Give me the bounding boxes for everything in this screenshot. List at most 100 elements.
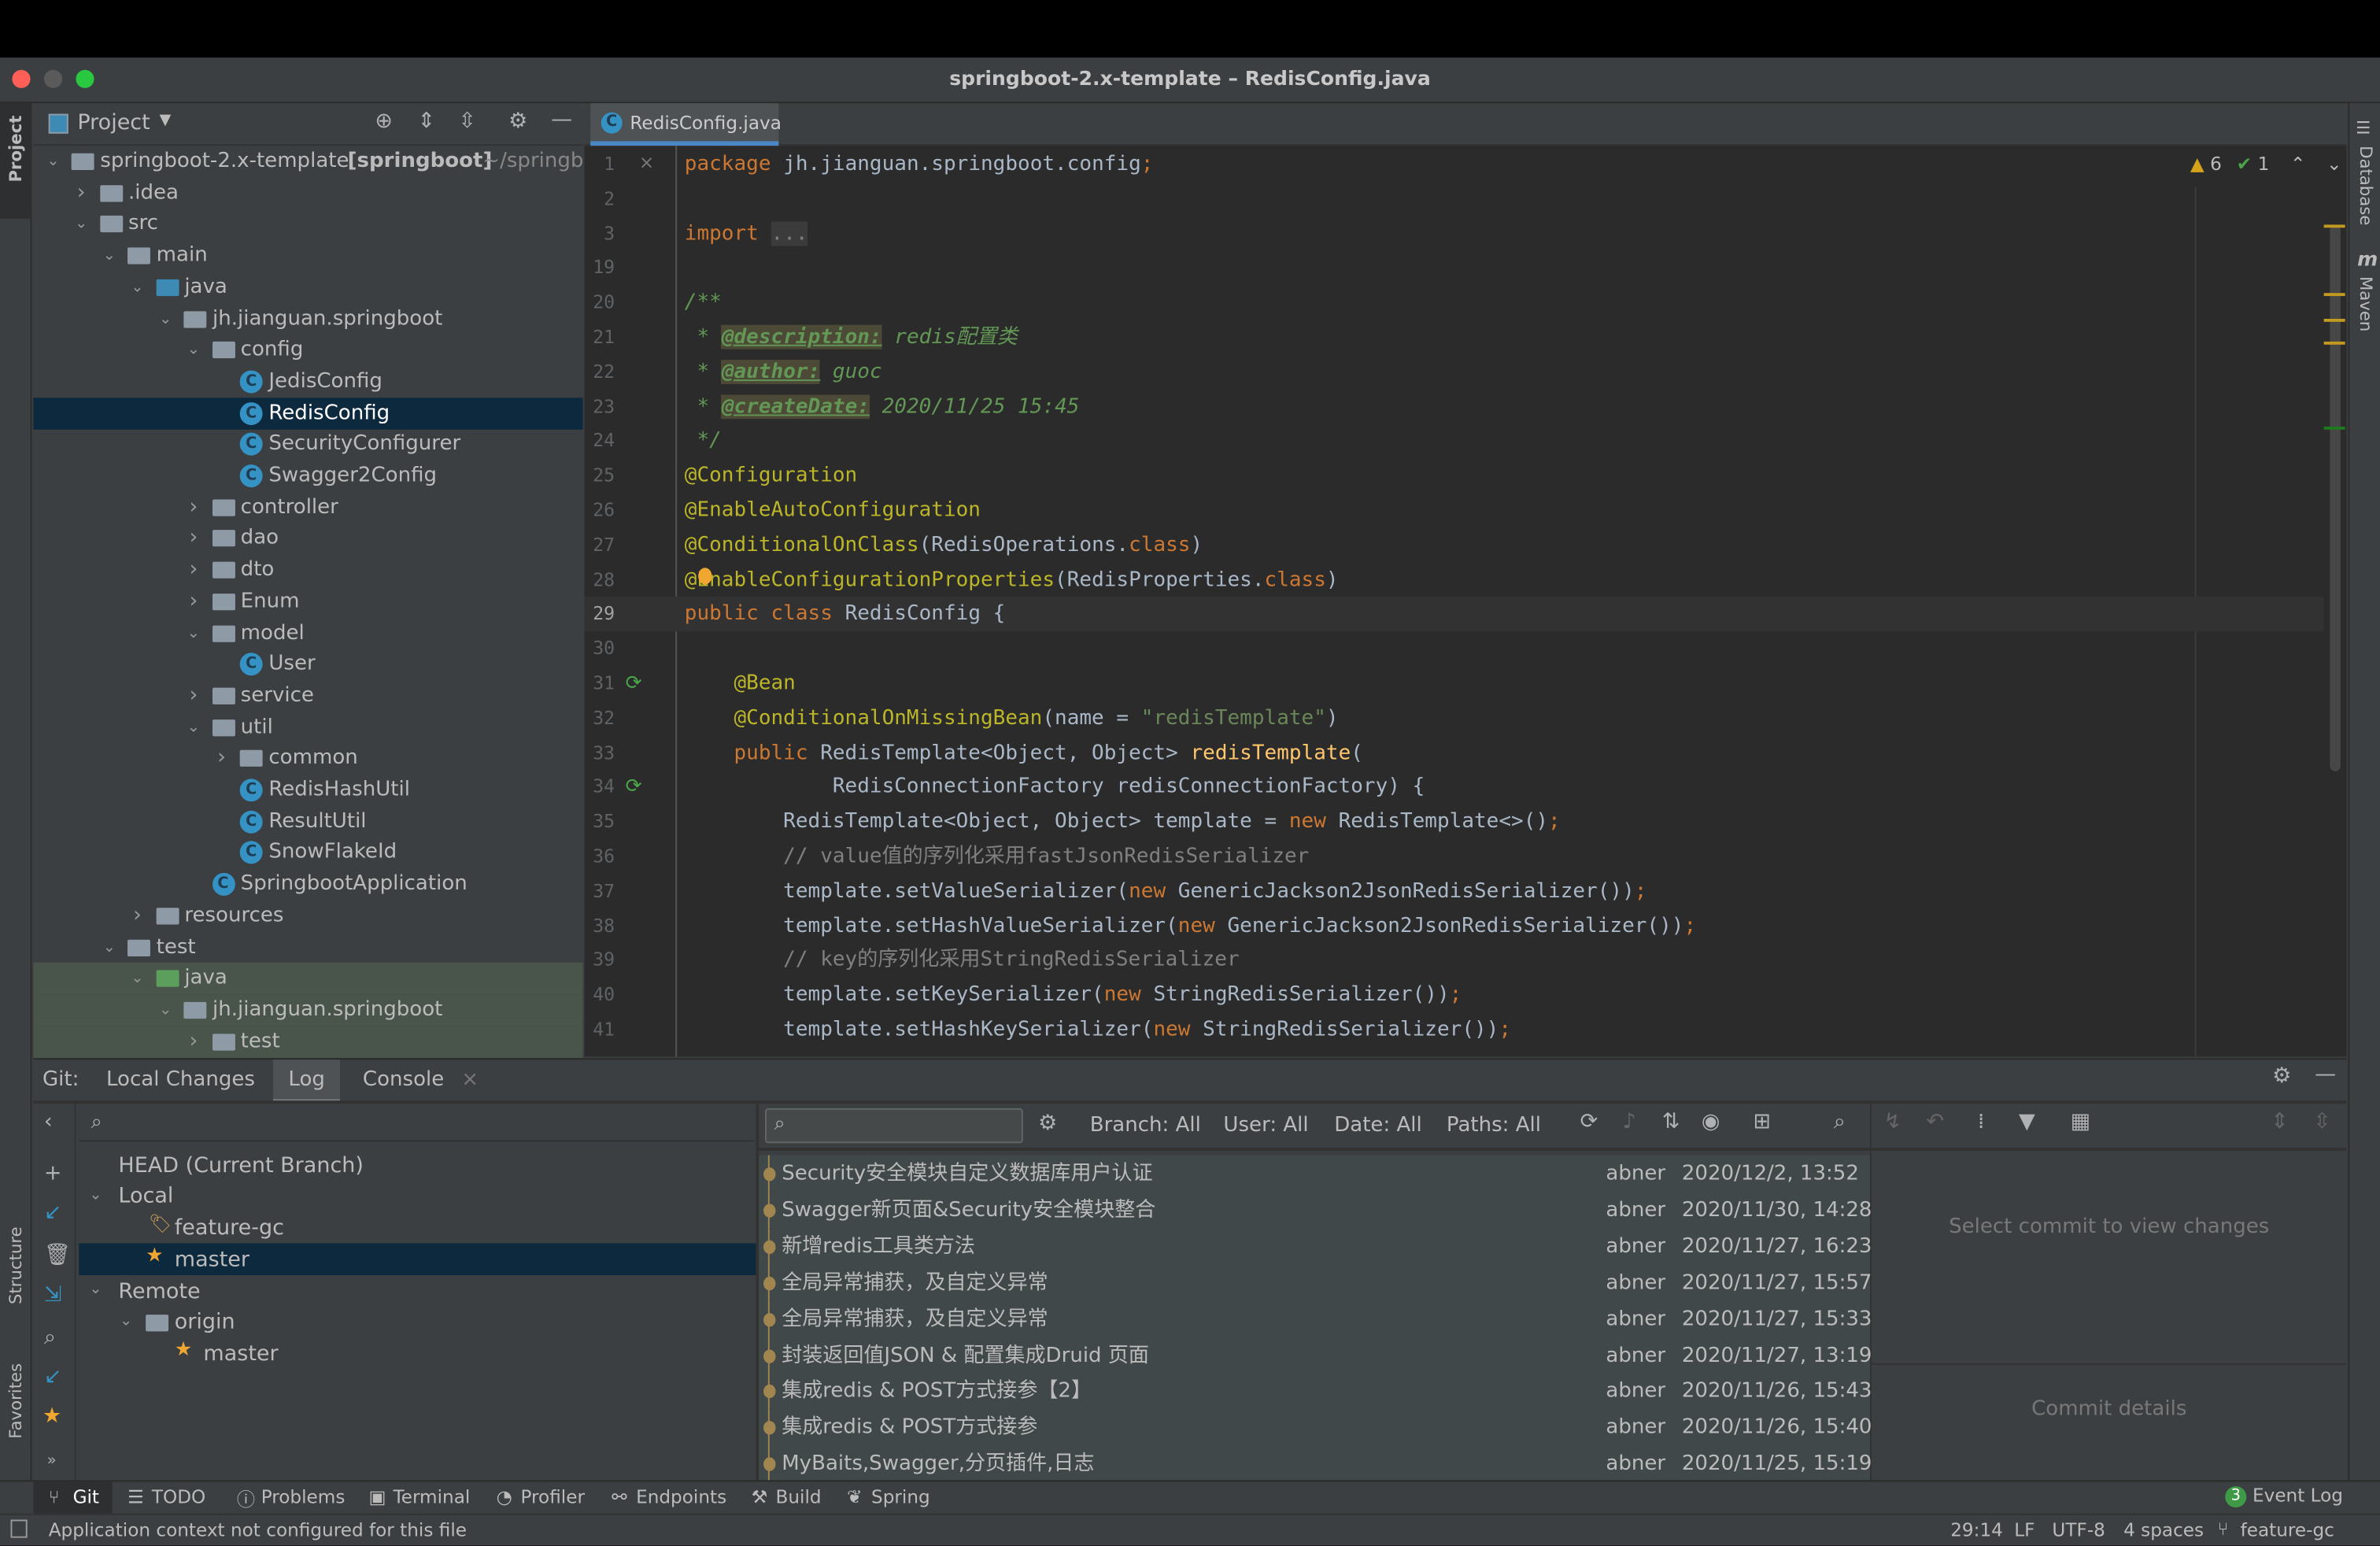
minimize-window-button[interactable] <box>43 69 63 88</box>
indent-setting[interactable]: 4 spaces <box>2123 1519 2204 1540</box>
layout-icon[interactable]: ▦ <box>2071 1110 2091 1134</box>
lightbulb-icon[interactable] <box>698 568 712 585</box>
tree-item[interactable]: › dto <box>33 554 582 586</box>
tree-item[interactable]: › .idea <box>33 177 582 209</box>
chevron-down-icon[interactable]: ⌄ <box>46 146 61 177</box>
user-filter[interactable]: User: All <box>1223 1113 1308 1137</box>
add-icon[interactable]: + <box>44 1161 62 1185</box>
structure-tool-button[interactable]: Structure <box>6 1226 26 1304</box>
tab-console[interactable]: Console <box>363 1067 444 1092</box>
tree-item[interactable]: › controller <box>33 491 582 523</box>
chevron-down-icon[interactable]: ⌄ <box>88 1282 103 1298</box>
minimize-icon[interactable]: — <box>551 108 572 132</box>
tree-item[interactable]: ⌄ jh.jianguan.springboot <box>33 303 582 335</box>
gear-icon[interactable]: ⚙ <box>508 109 527 134</box>
editor-scrollbar[interactable] <box>2330 224 2341 771</box>
remote-origin[interactable]: origin <box>175 1307 235 1339</box>
chevron-down-icon[interactable]: ⌄ <box>130 272 145 303</box>
checkout-icon[interactable]: ↙ <box>44 1365 62 1389</box>
more-icon[interactable]: » <box>47 1453 57 1470</box>
gear-icon[interactable]: ⚙ <box>1038 1111 1057 1136</box>
gear-icon[interactable]: ⚙ <box>2272 1064 2291 1089</box>
code-line[interactable]: 20 /** <box>584 286 2323 320</box>
tool-terminal-button[interactable]: Terminal <box>393 1486 470 1507</box>
remote-branches-group[interactable]: Remote <box>118 1277 200 1309</box>
tree-item[interactable]: ⌄ config <box>33 335 582 366</box>
commit-row[interactable]: 集成redis & POST方式接参 abner 2020/11/26, 15:40 <box>759 1409 1872 1446</box>
close-console-icon[interactable]: × <box>461 1067 479 1092</box>
tree-item[interactable]: ⌄ java <box>33 272 582 303</box>
warning-stripe[interactable] <box>2323 318 2345 322</box>
code-line[interactable]: 1 package jh.jianguan.springboot.config; <box>584 147 2323 182</box>
file-encoding[interactable]: UTF-8 <box>2052 1519 2105 1540</box>
code-line[interactable]: 21 * @description: redis配置类 <box>584 320 2323 355</box>
code-line[interactable]: 34 RedisConnectionFactory redisConnectio… <box>584 771 2323 805</box>
tab-log[interactable]: Log <box>273 1060 341 1104</box>
code-line[interactable]: 3 import ... <box>584 216 2323 251</box>
code-line[interactable]: 26 @EnableAutoConfiguration <box>584 494 2323 528</box>
tree-item[interactable]: C SpringbootApplication <box>33 868 582 901</box>
tree-item[interactable]: › dao <box>33 523 582 554</box>
merge-icon[interactable]: ⇲ <box>44 1283 62 1307</box>
warning-stripe[interactable] <box>2323 293 2345 297</box>
tool-profiler-button[interactable]: Profiler <box>520 1486 584 1507</box>
commit-row[interactable]: 全局异常捕获，及自定义异常 abner 2020/11/27, 15:33 <box>759 1300 1872 1337</box>
code-line[interactable]: 37 template.setValueSerializer(new Gener… <box>584 874 2323 908</box>
next-highlight-icon[interactable]: ⌄ <box>2326 153 2341 175</box>
filter-icon[interactable]: ▼ <box>2019 1110 2035 1134</box>
zoom-window-button[interactable] <box>76 69 94 88</box>
sort-icon[interactable]: ⇅ <box>1662 1110 1680 1134</box>
code-line[interactable]: 33 public RedisTemplate<Object, Object> … <box>584 736 2323 771</box>
chevron-right-icon[interactable]: › <box>186 554 201 586</box>
tree-item[interactable]: C JedisConfig <box>33 366 582 398</box>
code-line[interactable]: 41 template.setHashKeySerializer(new Str… <box>584 1012 2323 1047</box>
chevron-right-icon[interactable]: › <box>186 680 201 712</box>
branch-origin-master[interactable]: master <box>203 1339 278 1371</box>
tree-item[interactable]: C Swagger2Config <box>33 460 582 492</box>
project-tool-button[interactable]: Project <box>0 103 32 219</box>
chevron-down-icon[interactable]: ⌄ <box>102 931 116 963</box>
warning-stripe[interactable] <box>2323 341 2345 345</box>
tool-problems-button[interactable]: Problems <box>261 1486 346 1507</box>
commit-row[interactable]: 封装返回值JSON & 配置集成Druid 页面 abner 2020/11/27,… <box>759 1337 1872 1374</box>
commit-row[interactable]: MyBaits,Swagger,分页插件,日志 abner 2020/11/25, … <box>759 1445 1872 1482</box>
code-line[interactable]: 35 RedisTemplate<Object, Object> templat… <box>584 805 2323 840</box>
tree-item[interactable]: › test <box>33 1025 583 1058</box>
event-log-button[interactable]: Event Log <box>2252 1485 2343 1506</box>
chevron-right-icon[interactable]: › <box>214 743 229 775</box>
tool-todo-button[interactable]: TODO <box>152 1486 205 1507</box>
branch-feature-gc[interactable]: feature-gc <box>175 1213 284 1245</box>
chevron-right-icon[interactable]: › <box>186 491 201 523</box>
back-icon[interactable]: ‹ <box>44 1110 53 1134</box>
code-line[interactable]: 32 @ConditionalOnMissingBean(name = "red… <box>584 701 2323 736</box>
refresh-icon[interactable]: ⟳ <box>1580 1110 1598 1134</box>
database-tool-button[interactable]: Database <box>2356 146 2375 225</box>
bean-gutter-icon[interactable]: ⟳ <box>626 775 642 798</box>
cherry-pick-icon[interactable]: ♪ <box>1623 1110 1636 1134</box>
code-line[interactable]: 19 <box>584 251 2323 286</box>
code-line[interactable]: 25 @Configuration <box>584 459 2323 494</box>
tree-item[interactable]: ⌄ model <box>33 617 582 649</box>
tool-endpoints-button[interactable]: Endpoints <box>636 1486 726 1507</box>
star-icon[interactable]: ★ <box>42 1404 61 1429</box>
commit-row[interactable]: 新增redis工具类方法 abner 2020/11/27, 16:23 <box>759 1227 1872 1265</box>
date-filter[interactable]: Date: All <box>1334 1113 1422 1137</box>
tree-item[interactable]: › Enum <box>33 586 582 617</box>
tree-item[interactable]: › service <box>33 680 582 712</box>
local-branches-group[interactable]: Local <box>118 1181 173 1213</box>
search-icon[interactable]: ⌕ <box>44 1326 56 1350</box>
chevron-down-icon[interactable]: ⌄ <box>186 712 201 743</box>
tool-spring-button[interactable]: Spring <box>871 1486 930 1507</box>
search-icon[interactable]: ⌕ <box>1834 1110 1846 1134</box>
code-editor[interactable]: C RedisConfig.java × ▲ 6 ✔ 1 ⌃ ⌄ 1 packag… <box>584 103 2347 1057</box>
chevron-down-icon[interactable]: ⌄ <box>130 963 145 995</box>
eye-icon[interactable]: ◉ <box>1702 1110 1720 1134</box>
revert-icon[interactable]: ↯ <box>1883 1110 1901 1134</box>
code-line[interactable]: 31 @Bean <box>584 667 2323 701</box>
code-line[interactable]: 36 // value值的序列化采用fastJsonRedisSerialize… <box>584 839 2323 874</box>
maven-tool-button[interactable]: Maven <box>2356 276 2375 331</box>
tree-item[interactable]: C RedisHashUtil <box>33 775 582 806</box>
tree-item[interactable]: C SnowFlakeId <box>33 837 582 869</box>
chevron-down-icon[interactable]: ▼ <box>159 113 171 129</box>
tree-item[interactable]: C ResultUtil <box>33 805 582 838</box>
